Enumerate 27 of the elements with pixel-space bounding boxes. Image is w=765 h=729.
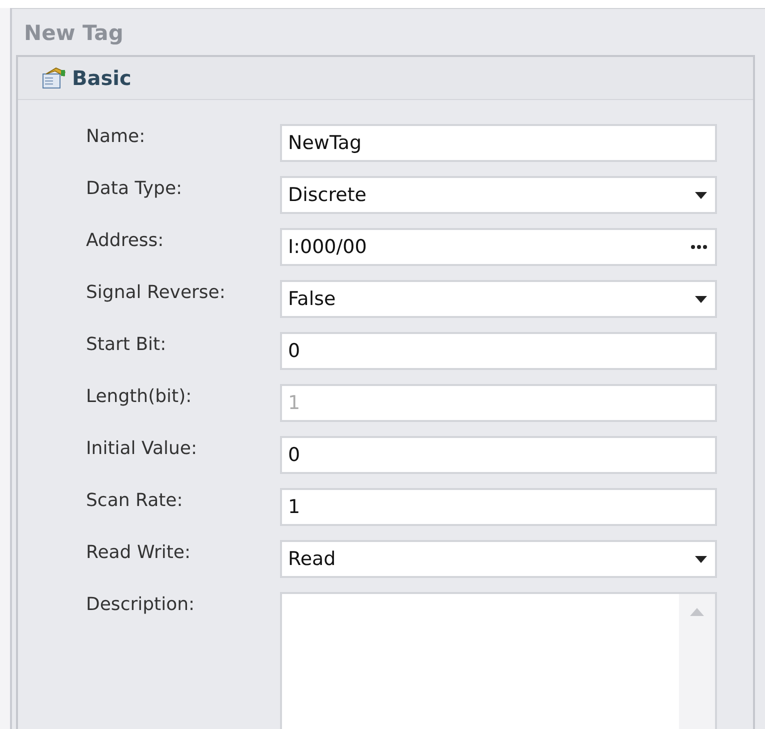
input-field[interactable]: 1: [280, 488, 717, 526]
field-label: Signal Reverse:: [86, 281, 226, 305]
window-title: New Tag: [23, 20, 124, 45]
dropdown-field[interactable]: False: [280, 280, 717, 318]
input-field[interactable]: I:000/00: [280, 228, 717, 266]
dropdown-arrow-icon[interactable]: [695, 192, 707, 198]
description-field[interactable]: [280, 592, 717, 729]
input-field[interactable]: 0: [280, 332, 717, 370]
input-field[interactable]: NewTag: [280, 124, 717, 162]
field-label: Scan Rate:: [86, 489, 184, 513]
field-label: Read Write:: [86, 541, 192, 565]
dropdown-field[interactable]: Discrete: [280, 176, 717, 214]
scrollbar[interactable]: [679, 594, 715, 729]
form-icon: [42, 67, 66, 89]
field-label: Initial Value:: [86, 437, 198, 461]
field-label: Start Bit:: [86, 333, 168, 357]
input-field[interactable]: 0: [280, 436, 717, 474]
field-label: Description:: [86, 593, 196, 617]
section-title: Basic: [72, 66, 132, 90]
dropdown-arrow-icon[interactable]: [695, 296, 707, 302]
field-label: Name:: [86, 125, 146, 149]
ellipsis-icon[interactable]: [691, 245, 707, 249]
field-label: Address:: [86, 229, 165, 253]
field-label: Length(bit):: [86, 385, 193, 409]
field-label: Data Type:: [86, 177, 184, 201]
dropdown-arrow-icon[interactable]: [695, 556, 707, 562]
dropdown-field[interactable]: Read: [280, 540, 717, 578]
